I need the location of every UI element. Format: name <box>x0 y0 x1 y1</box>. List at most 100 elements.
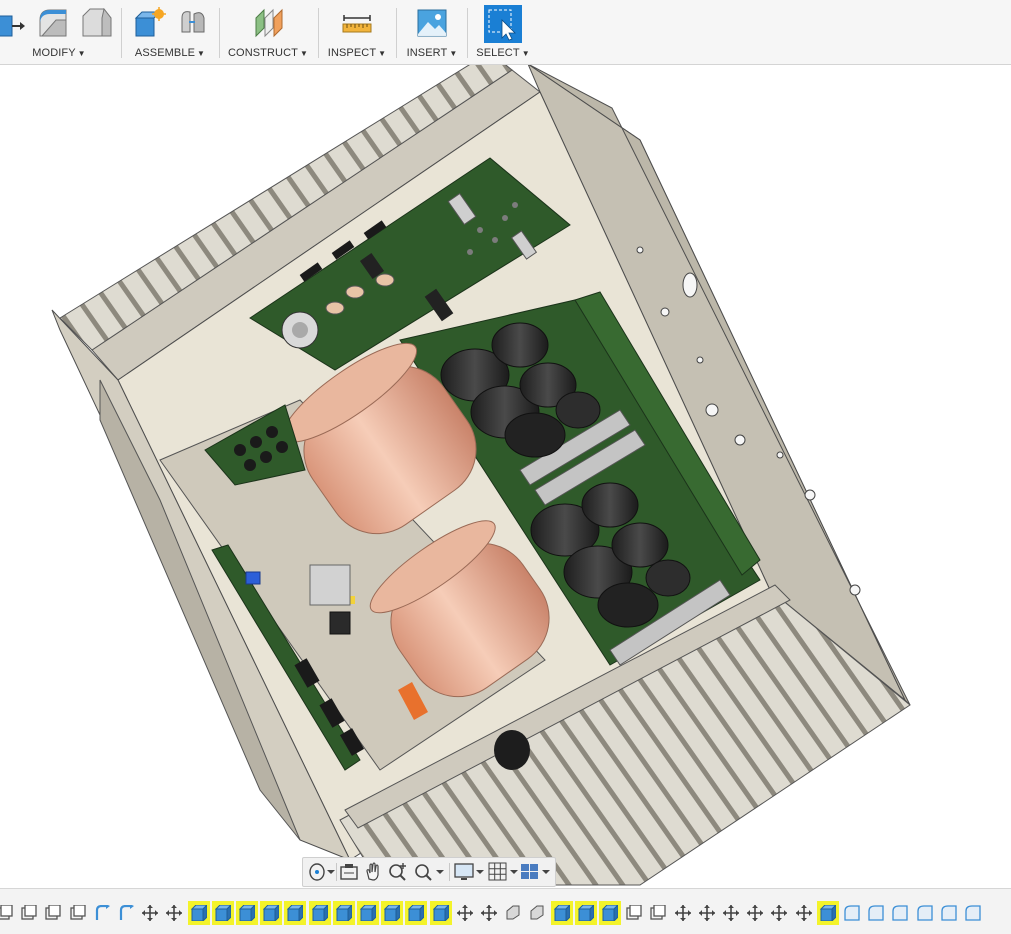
body-icon <box>553 905 570 921</box>
body-icon <box>819 905 836 921</box>
timeline-body-feature[interactable] <box>211 901 234 925</box>
timeline-move-feature[interactable] <box>454 901 476 925</box>
modify-menu[interactable]: MODIFY ▼ <box>0 47 118 59</box>
zoom-icon[interactable] <box>387 861 409 883</box>
timeline-move-feature[interactable] <box>793 901 815 925</box>
timeline-move-feature[interactable] <box>720 901 742 925</box>
timeline-revolve-feature[interactable] <box>91 901 113 925</box>
timeline-body-feature[interactable] <box>332 901 355 925</box>
timeline-move-feature[interactable] <box>768 901 790 925</box>
timeline-sketch-feature[interactable] <box>623 901 645 925</box>
sketch-icon <box>69 905 86 920</box>
extrude-icon <box>506 905 520 920</box>
inspect-group[interactable]: INSPECT ▼ <box>322 0 392 64</box>
assemble-group[interactable]: ASSEMBLE ▼ <box>124 0 216 64</box>
timeline-revolve-feature[interactable] <box>115 901 137 925</box>
timeline-move-feature[interactable] <box>478 901 500 925</box>
amplifier-enclosure-model[interactable] <box>0 65 1011 887</box>
assemble-menu[interactable]: ASSEMBLE ▼ <box>124 47 216 59</box>
timeline-body-feature[interactable] <box>816 901 839 925</box>
joint-icon[interactable] <box>176 6 210 40</box>
canvas-viewport[interactable] <box>0 65 1011 887</box>
new-component-icon[interactable] <box>132 6 166 40</box>
timeline-body-feature[interactable] <box>236 901 258 925</box>
orbit-icon[interactable] <box>307 861 335 883</box>
chamfer-icon[interactable] <box>80 6 114 40</box>
timeline-body-feature[interactable] <box>284 901 307 925</box>
timeline-sketch-feature[interactable] <box>0 901 16 925</box>
toolbar-divider <box>396 8 397 58</box>
toolbar-divider <box>467 8 468 58</box>
timeline-body-feature[interactable] <box>574 901 597 925</box>
timeline-sketch-feature[interactable] <box>647 901 669 925</box>
timeline-fillet-feature[interactable] <box>841 901 863 925</box>
inspect-menu[interactable]: INSPECT ▼ <box>322 47 392 59</box>
fillet-icon <box>868 905 884 921</box>
timeline-sketch-feature[interactable] <box>67 901 89 925</box>
move-icon <box>795 905 812 921</box>
timeline-extrude-feature[interactable] <box>502 901 524 925</box>
timeline-body-feature[interactable] <box>381 901 404 925</box>
timeline <box>0 888 1011 934</box>
timeline-fillet-feature[interactable] <box>865 901 887 925</box>
viewports-icon[interactable] <box>519 861 551 883</box>
fit-icon[interactable] <box>413 861 445 883</box>
select-group[interactable]: SELECT ▼ <box>470 0 536 64</box>
timeline-body-feature[interactable] <box>429 901 452 925</box>
body-icon <box>190 905 207 921</box>
timeline-move-feature[interactable] <box>139 901 161 925</box>
timeline-move-feature[interactable] <box>744 901 766 925</box>
body-icon <box>432 905 449 921</box>
chevron-down-icon: ▼ <box>449 49 458 58</box>
timeline-body-feature[interactable] <box>357 901 379 925</box>
select-menu[interactable]: SELECT ▼ <box>470 47 536 59</box>
timeline-body-feature[interactable] <box>599 901 621 925</box>
timeline-fillet-feature[interactable] <box>889 901 911 925</box>
timeline-fillet-feature[interactable] <box>938 901 960 925</box>
measure-icon[interactable] <box>340 6 374 40</box>
insert-group[interactable]: INSERT ▼ <box>400 0 464 64</box>
timeline-body-feature[interactable] <box>260 901 283 925</box>
timeline-fillet-feature[interactable] <box>914 901 936 925</box>
grid-icon[interactable] <box>487 861 519 883</box>
sketch-icon <box>626 905 642 920</box>
fillet-icon <box>965 905 981 921</box>
toolbar-divider <box>219 8 220 58</box>
insert-menu[interactable]: INSERT ▼ <box>400 47 464 59</box>
timeline-move-feature[interactable] <box>163 901 185 925</box>
timeline-fillet-feature[interactable] <box>962 901 984 925</box>
timeline-move-feature[interactable] <box>696 901 718 925</box>
toolbar: MODIFY ▼ ASSEMBLE ▼ CONSTRUCT ▼ INSPECT … <box>0 0 1011 65</box>
select-cursor-icon[interactable] <box>484 5 522 43</box>
body-icon <box>408 905 425 921</box>
construct-group[interactable]: CONSTRUCT ▼ <box>222 0 314 64</box>
revolve-icon <box>119 905 134 920</box>
press-pull-icon[interactable] <box>0 6 30 40</box>
fillet-icon <box>916 905 933 921</box>
timeline-body-feature[interactable] <box>308 901 331 925</box>
modify-group[interactable]: MODIFY ▼ <box>0 0 118 64</box>
timeline-body-feature[interactable] <box>550 901 573 925</box>
pan-icon[interactable] <box>363 861 383 883</box>
revolve-icon <box>95 905 110 920</box>
timeline-body-feature[interactable] <box>405 901 428 925</box>
fillet-icon <box>892 905 909 921</box>
body-icon <box>602 905 618 921</box>
fillet-icon[interactable] <box>36 6 70 40</box>
body-icon <box>335 905 352 921</box>
display-settings-icon[interactable] <box>453 861 485 883</box>
look-at-icon[interactable] <box>339 861 359 883</box>
timeline-move-feature[interactable] <box>672 901 694 925</box>
move-icon <box>456 905 473 921</box>
sketch-icon <box>650 905 667 920</box>
timeline-extrude-feature[interactable] <box>526 901 548 925</box>
move-icon <box>142 905 159 921</box>
insert-image-icon[interactable] <box>415 6 449 40</box>
chevron-down-icon: ▼ <box>197 49 206 58</box>
body-icon <box>360 905 376 921</box>
timeline-sketch-feature[interactable] <box>18 901 40 925</box>
offset-plane-icon[interactable] <box>252 6 286 40</box>
timeline-sketch-feature[interactable] <box>42 901 64 925</box>
construct-menu[interactable]: CONSTRUCT ▼ <box>222 47 314 59</box>
timeline-body-feature[interactable] <box>187 901 210 925</box>
